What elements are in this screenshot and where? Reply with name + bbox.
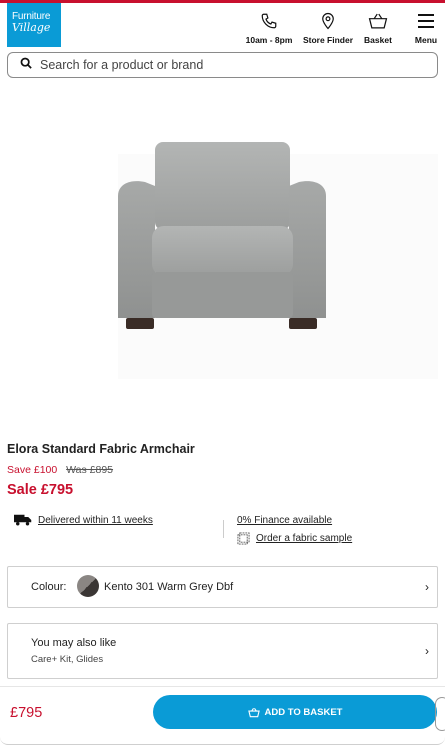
armchair-image [118,142,326,329]
finance-text: 0% Finance available [237,515,333,526]
colour-selector[interactable]: Colour: Kento 301 Warm Grey Dbf › [7,566,438,608]
sticky-basket-bar: £795 ADD TO BASKET [0,686,445,745]
was-price: Was £895 [66,464,114,476]
chevron-right-icon: › [425,644,429,658]
search-input[interactable]: Search for a product or brand [7,52,438,78]
delivery-info-link[interactable]: Delivered within 11 weeks [14,514,153,526]
save-amount: Save £100 [7,464,58,476]
finance-link[interactable]: 0% Finance available [237,515,332,526]
logo-line-2: Village [12,21,51,34]
also-like-title: You may also like [31,637,117,649]
colour-swatch [77,575,99,597]
menu-button[interactable]: Menu [410,11,442,45]
add-to-basket-label: ADD TO BASKET [264,706,343,718]
basket-icon [368,11,388,31]
furniture-village-logo[interactable]: Furniture Village [7,3,61,47]
fabric-sample-link[interactable]: Order a fabric sample [237,532,352,545]
basket-label: Basket [364,35,392,45]
phone-icon [260,11,278,31]
colour-label: Colour: [31,581,67,593]
also-like-subtitle: Care+ Kit, Glides [31,654,104,665]
bottom-price: £795 [10,705,43,721]
store-finder-link[interactable]: Store Finder [300,11,356,45]
delivery-truck-icon [14,514,32,526]
basket-link[interactable]: Basket [360,11,396,45]
add-to-basket-button[interactable]: ADD TO BASKET [153,695,437,729]
product-title: Elora Standard Fabric Armchair [7,442,195,456]
site-header: Furniture Village 10am - 8pm Store Finde… [0,3,445,49]
fabric-sample-icon [237,532,250,545]
colour-value: Kento 301 Warm Grey Dbf [104,581,234,593]
store-finder-label: Store Finder [302,35,354,45]
search-placeholder: Search for a product or brand [40,58,204,72]
price-savings: Save £100 Was £895 [7,464,113,476]
page-edge-decoration [435,697,445,731]
info-divider [223,520,224,538]
basket-icon [247,707,260,718]
delivery-text: Delivered within 11 weeks [38,514,153,526]
also-like-panel[interactable]: You may also like Care+ Kit, Glides › [7,623,438,679]
map-pin-icon [320,11,336,31]
chevron-right-icon: › [425,580,429,594]
sale-price: Sale £795 [7,482,74,498]
hours-label: 10am - 8pm [245,35,293,45]
hamburger-menu-icon [417,11,435,31]
fabric-sample-text: Order a fabric sample [256,533,353,544]
menu-label: Menu [414,35,438,45]
product-image[interactable] [0,86,445,421]
opening-hours-link[interactable]: 10am - 8pm [243,11,295,45]
search-icon [20,56,32,74]
